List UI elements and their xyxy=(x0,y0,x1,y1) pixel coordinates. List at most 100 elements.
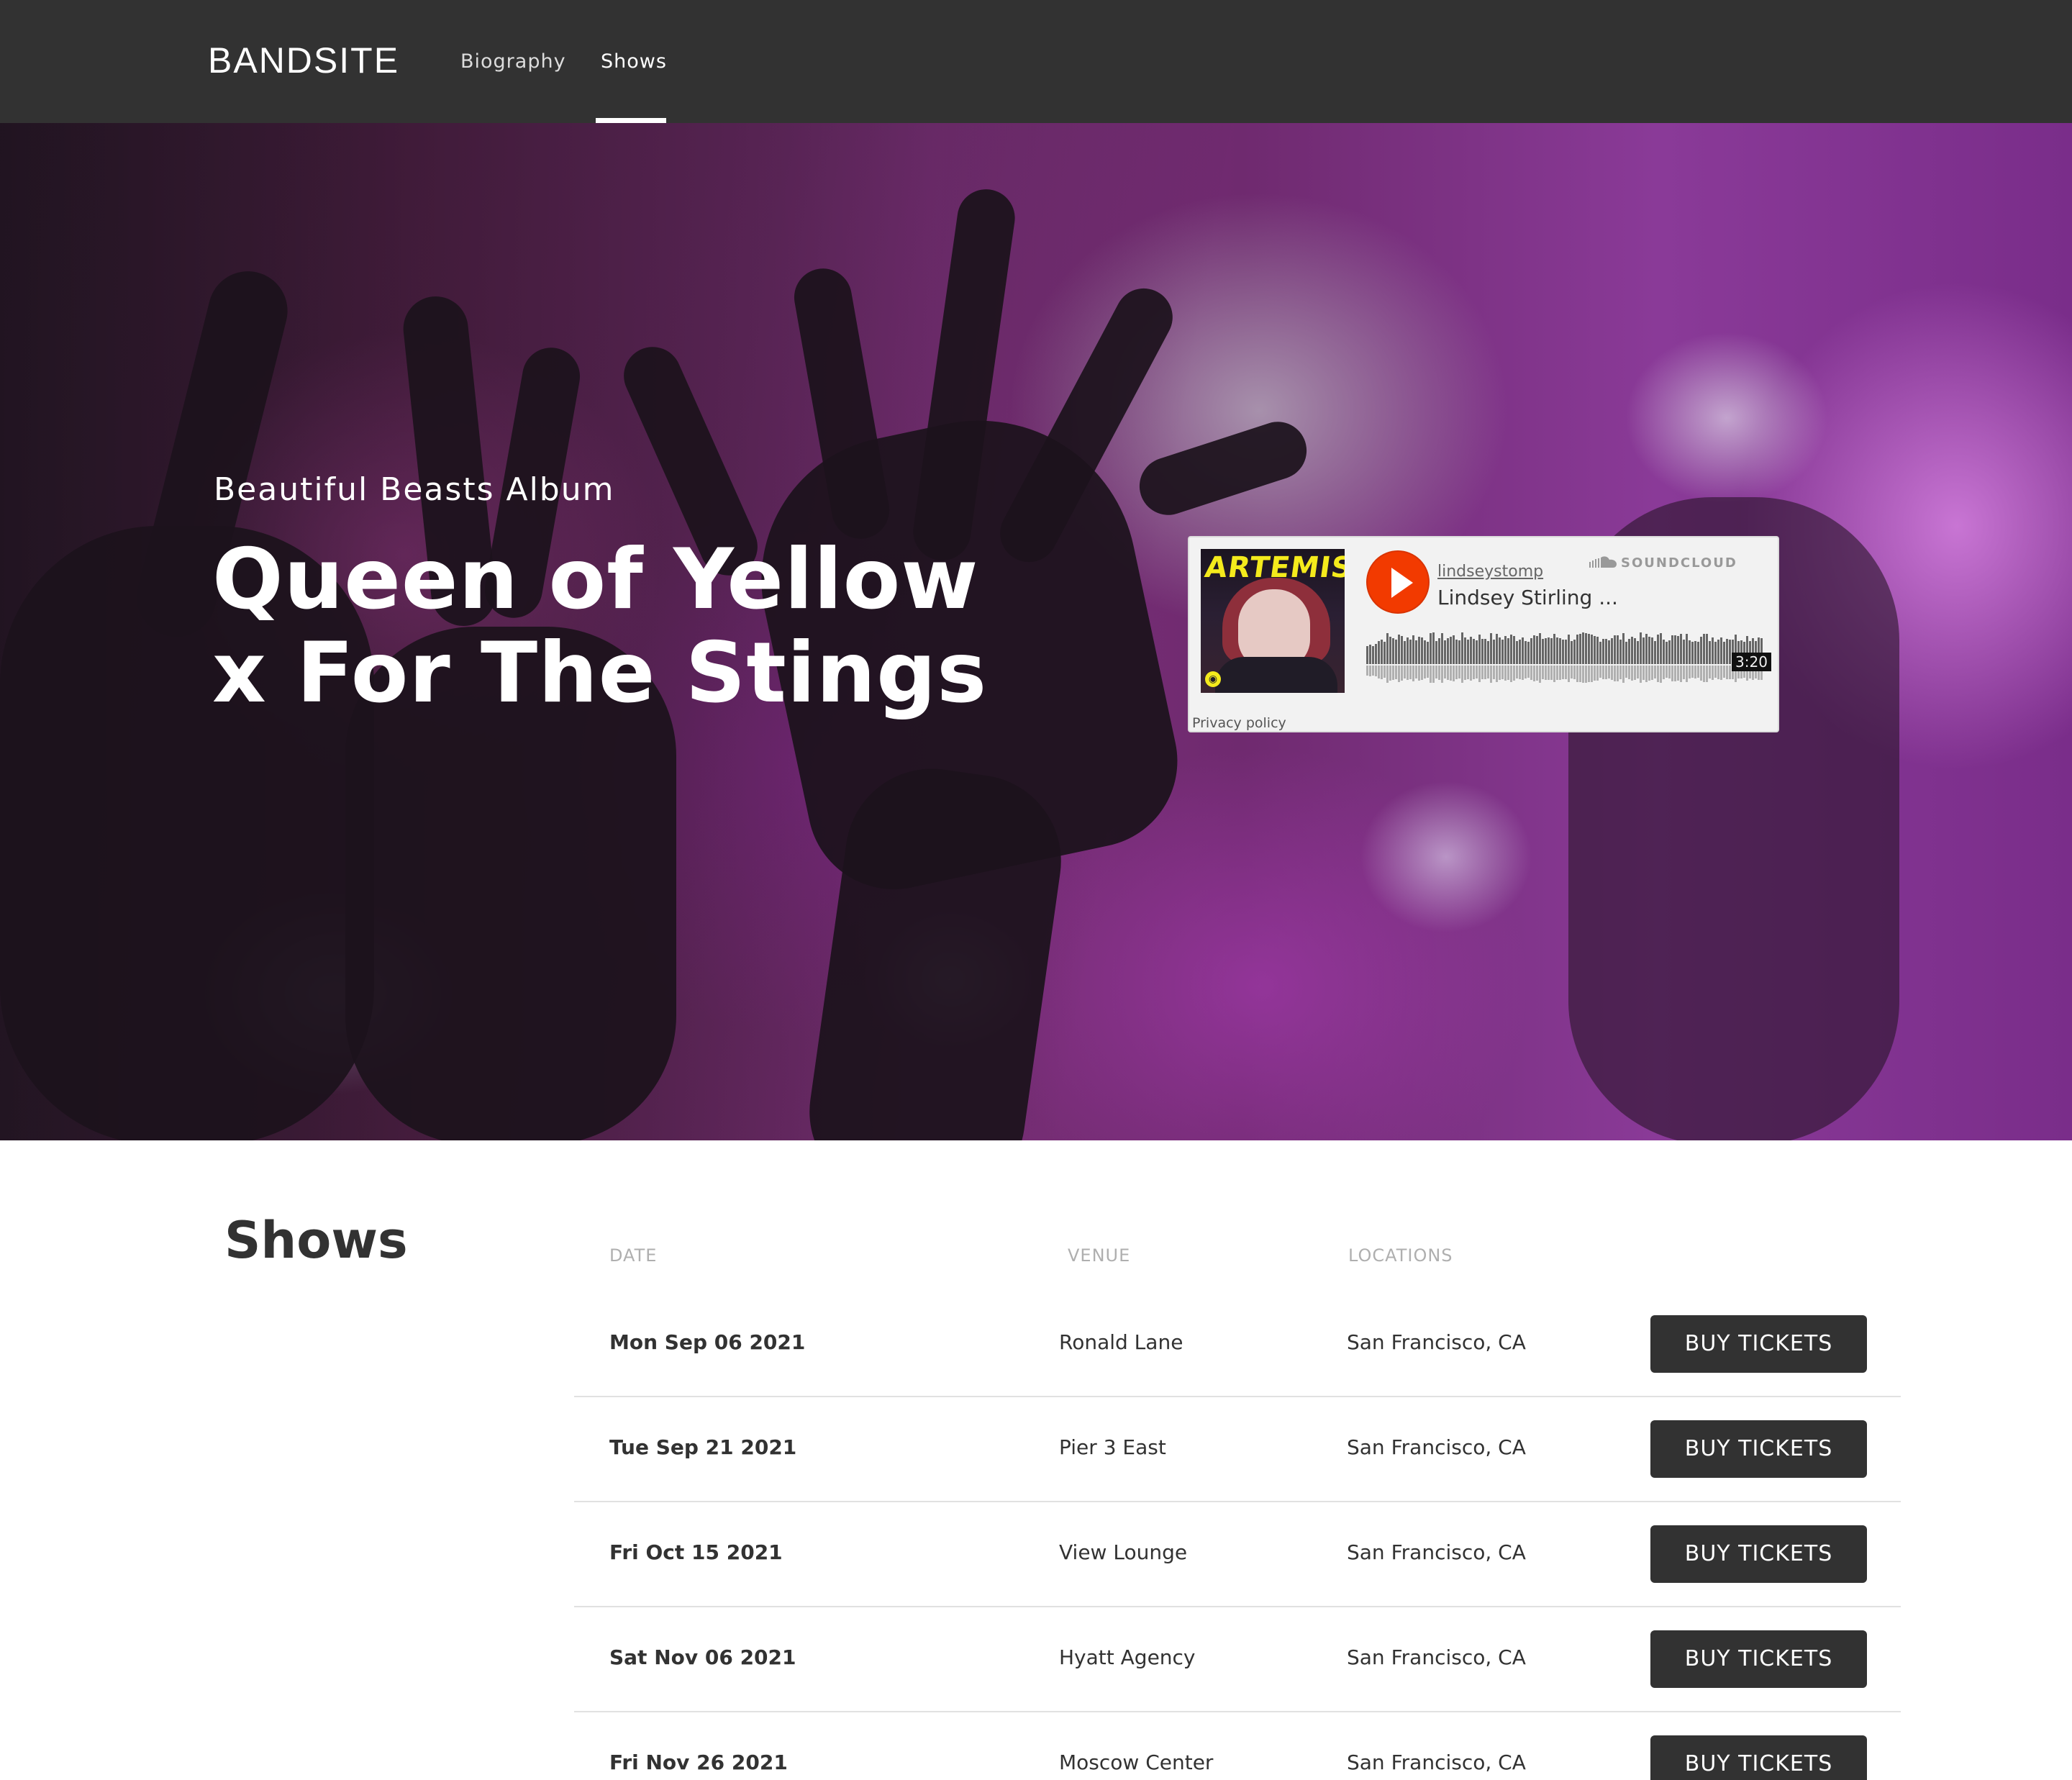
waveform-reflection-bar xyxy=(1648,666,1650,681)
waveform-bar xyxy=(1585,633,1587,664)
buy-tickets-button[interactable]: BUY TICKETS xyxy=(1650,1630,1867,1688)
waveform-bar xyxy=(1369,645,1371,664)
waveform-reflection-bar xyxy=(1614,666,1616,681)
waveform-bar xyxy=(1407,637,1409,664)
waveform-reflection-bar xyxy=(1395,666,1397,679)
soundcloud-brand-link[interactable]: SOUNDCLOUD xyxy=(1621,555,1737,572)
waveform-reflection-bar xyxy=(1444,666,1446,678)
waveform-reflection-bar xyxy=(1389,666,1391,681)
waveform-bar xyxy=(1689,640,1691,664)
soundcloud-player: ARTEMIS ◉ lindseystomp Lindsey Stirling … xyxy=(1188,536,1779,732)
waveform-bar xyxy=(1712,637,1714,664)
waveform-reflection-bar xyxy=(1450,666,1452,681)
waveform-reflection-bar xyxy=(1671,666,1673,681)
waveform-bar xyxy=(1435,641,1437,664)
waveform-bar xyxy=(1415,640,1417,664)
waveform-reflection-bar xyxy=(1657,666,1659,682)
waveform-reflection-bar xyxy=(1686,666,1688,682)
waveform-bar xyxy=(1542,639,1544,664)
waveform-reflection-bar xyxy=(1542,666,1544,679)
waveform-reflection-bar xyxy=(1438,666,1440,680)
buy-tickets-button[interactable]: BUY TICKETS xyxy=(1650,1420,1867,1478)
show-venue: Pier 3 East xyxy=(1059,1435,1166,1459)
show-row: Sat Nov 06 2021 Hyatt Agency San Francis… xyxy=(574,1607,1901,1712)
waveform-bar xyxy=(1634,638,1636,664)
waveform-bar xyxy=(1553,634,1555,664)
waveform-reflection-bar xyxy=(1700,666,1702,681)
waveform-bar xyxy=(1378,641,1380,664)
waveform-reflection-bar xyxy=(1383,666,1386,678)
artwork-title: ARTEMIS xyxy=(1202,551,1345,584)
waveform-reflection-bar xyxy=(1372,666,1374,676)
site-logo[interactable]: BANDSITE xyxy=(208,39,399,82)
soundcloud-user-link[interactable]: lindseystomp xyxy=(1437,562,1543,582)
waveform-reflection-bar xyxy=(1619,666,1622,679)
waveform-reflection-bar xyxy=(1591,666,1593,682)
nav-link-shows[interactable]: Shows xyxy=(601,49,667,75)
waveform-reflection-bar xyxy=(1726,666,1728,679)
show-location: San Francisco, CA xyxy=(1347,1645,1526,1669)
waveform-bar xyxy=(1617,635,1619,664)
waveform-reflection-bar xyxy=(1703,666,1705,682)
waveform-reflection-bar xyxy=(1717,666,1719,679)
show-date: Fri Oct 15 2021 xyxy=(609,1540,783,1564)
waveform-reflection-bar xyxy=(1697,666,1699,678)
show-location: San Francisco, CA xyxy=(1347,1435,1526,1459)
waveform-reflection-bar xyxy=(1559,666,1561,680)
waveform-reflection-bar xyxy=(1579,666,1581,682)
waveform-reflection-bar xyxy=(1660,666,1662,683)
soundcloud-cloud-icon xyxy=(1589,556,1617,568)
waveform-bar xyxy=(1504,636,1507,664)
waveform-bar xyxy=(1573,640,1576,664)
show-row: Fri Oct 15 2021 View Lounge San Francisc… xyxy=(574,1502,1901,1607)
waveform-bar xyxy=(1562,640,1564,664)
waveform-bar xyxy=(1527,642,1530,664)
waveform-reflection-bar xyxy=(1539,666,1541,683)
column-header-date: DATE xyxy=(609,1245,658,1266)
waveform-bar xyxy=(1421,637,1423,664)
waveform[interactable] xyxy=(1366,627,1765,693)
waveform-reflection-bar xyxy=(1723,666,1725,678)
waveform-bar xyxy=(1654,641,1656,664)
waveform-bar xyxy=(1464,637,1466,664)
track-artwork[interactable]: ARTEMIS ◉ xyxy=(1201,549,1345,693)
show-date: Sat Nov 06 2021 xyxy=(609,1645,796,1669)
show-venue: Hyatt Agency xyxy=(1059,1645,1196,1669)
waveform-reflection-bar xyxy=(1519,666,1521,679)
play-button[interactable] xyxy=(1366,550,1430,614)
waveform-reflection-bar xyxy=(1435,666,1437,678)
waveform-reflection-bar xyxy=(1568,666,1570,682)
waveform-reflection-bar xyxy=(1525,666,1527,678)
waveform-reflection-bar xyxy=(1490,666,1492,683)
show-date: Tue Sep 21 2021 xyxy=(609,1435,797,1459)
waveform-bar xyxy=(1614,635,1616,664)
waveform-bar xyxy=(1467,640,1469,664)
waveform-bar xyxy=(1458,640,1460,664)
waveform-bar xyxy=(1663,640,1665,664)
waveform-reflection-bar xyxy=(1455,666,1458,679)
buy-tickets-button[interactable]: BUY TICKETS xyxy=(1650,1735,1867,1780)
buy-tickets-button[interactable]: BUY TICKETS xyxy=(1650,1315,1867,1373)
waveform-reflection-bar xyxy=(1617,666,1619,681)
waveform-reflection-bar xyxy=(1545,666,1547,680)
waveform-reflection-bar xyxy=(1407,666,1409,680)
waveform-bar xyxy=(1375,644,1377,664)
waveform-bar xyxy=(1444,640,1446,664)
waveform-reflection-bar xyxy=(1401,666,1403,681)
nav-link-biography[interactable]: Biography xyxy=(460,49,566,75)
waveform-reflection-bar xyxy=(1582,666,1584,683)
waveform-bar xyxy=(1706,634,1708,664)
waveform-bar xyxy=(1703,634,1705,664)
privacy-policy-link[interactable]: Privacy policy xyxy=(1192,714,1286,732)
buy-tickets-button[interactable]: BUY TICKETS xyxy=(1650,1525,1867,1583)
waveform-reflection-bar xyxy=(1470,666,1472,681)
waveform-bar xyxy=(1594,636,1596,664)
waveform-bar xyxy=(1519,640,1521,664)
waveform-bar xyxy=(1510,635,1512,664)
waveform-bar xyxy=(1611,638,1613,664)
soundcloud-track-title[interactable]: Lindsey Stirling ... xyxy=(1437,585,1618,611)
hero-title-line-2: x For The Stings xyxy=(212,625,988,722)
waveform-bar xyxy=(1723,642,1725,664)
waveform-bar xyxy=(1516,641,1518,664)
waveform-reflection-bar xyxy=(1427,666,1429,678)
